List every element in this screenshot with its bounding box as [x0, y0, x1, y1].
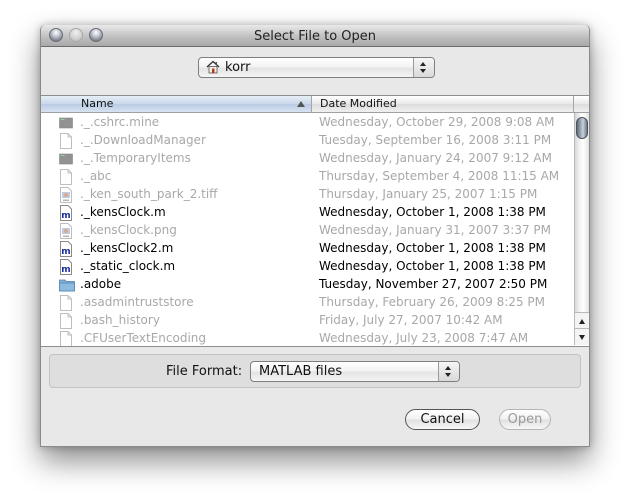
matlab-file-icon: m	[59, 241, 73, 257]
vertical-scrollbar[interactable]	[574, 113, 589, 345]
file-row[interactable]: ._ken_south_park_2.tiff Thursday, January…	[41, 186, 573, 204]
column-header-name[interactable]: Name	[41, 96, 312, 112]
file-row[interactable]: ._.DownloadManager Tuesday, September 16,…	[41, 132, 573, 150]
scroll-down-button[interactable]	[575, 328, 589, 345]
document-icon	[59, 313, 73, 329]
file-date-modified: Thursday, February 26, 2009 8:25 PM	[319, 295, 546, 309]
open-file-dialog: Select File to Open korr Name Date Modif…	[40, 25, 590, 447]
file-date-modified: Thursday, January 25, 2007 1:15 PM	[319, 187, 538, 201]
file-name: .bash_history	[80, 313, 160, 327]
document-icon	[59, 295, 73, 311]
file-name: ._kensClock2.m	[80, 241, 174, 255]
arrow-down-icon	[579, 335, 585, 340]
file-name: ._.TemporaryItems	[80, 151, 191, 165]
file-date-modified: Wednesday, January 31, 2007 3:37 PM	[319, 223, 552, 237]
file-name: ._.cshrc.mine	[80, 115, 160, 129]
file-name: .adobe	[80, 277, 122, 291]
document-icon	[59, 331, 73, 346]
sort-ascending-icon	[297, 101, 305, 107]
file-row[interactable]: m ._static_clock.m Wednesday, October 1, 2…	[41, 258, 573, 276]
home-icon	[206, 60, 220, 74]
file-name: ._abc	[80, 169, 112, 183]
file-name: ._static_clock.m	[80, 259, 176, 273]
column-header-date-modified[interactable]: Date Modified	[312, 96, 574, 112]
document-icon	[59, 169, 73, 185]
file-date-modified: Wednesday, October 29, 2008 9:08 AM	[319, 115, 555, 129]
file-name: .asadmintruststore	[80, 295, 194, 309]
dark-folder-icon	[59, 151, 73, 167]
file-date-modified: Friday, July 27, 2007 10:42 AM	[319, 313, 503, 327]
file-name: .CFUserTextEncoding	[80, 331, 207, 345]
title-bar[interactable]: Select File to Open	[41, 25, 589, 47]
file-row[interactable]: ._abc Thursday, September 4, 2008 11:15 A…	[41, 168, 573, 186]
file-format-panel: File Format: MATLAB files	[49, 354, 581, 388]
file-name: ._kensClock.m	[80, 205, 166, 219]
cancel-button[interactable]: Cancel	[405, 409, 480, 430]
file-row[interactable]: ._.TemporaryItems Wednesday, January 24, …	[41, 150, 573, 168]
svg-text:m: m	[61, 247, 70, 257]
file-format-popup[interactable]: MATLAB files	[250, 361, 460, 382]
document-icon	[59, 133, 73, 149]
popup-stepper-icon	[413, 58, 434, 77]
image-file-icon	[59, 187, 73, 203]
file-date-modified: Tuesday, November 27, 2007 2:50 PM	[319, 277, 548, 291]
svg-text:m: m	[61, 211, 70, 221]
file-date-modified: Wednesday, October 1, 2008 1:38 PM	[319, 241, 546, 255]
file-format-label: File Format:	[166, 364, 243, 379]
file-name: ._kensClock.png	[80, 223, 177, 237]
matlab-file-icon: m	[59, 205, 73, 221]
file-date-modified: Tuesday, September 16, 2008 3:11 PM	[319, 133, 552, 147]
column-header: Name Date Modified	[41, 96, 589, 113]
file-name: ._.DownloadManager	[80, 133, 206, 147]
matlab-file-icon: m	[59, 259, 73, 275]
location-popup[interactable]: korr	[198, 57, 435, 78]
file-row[interactable]: .asadmintruststore Thursday, February 26,…	[41, 294, 573, 312]
popup-stepper-icon	[438, 362, 459, 381]
file-date-modified: Thursday, September 4, 2008 11:15 AM	[319, 169, 560, 183]
file-row[interactable]: m ._kensClock.m Wednesday, October 1, 2008…	[41, 204, 573, 222]
file-date-modified: Wednesday, July 23, 2008 7:47 AM	[319, 331, 529, 345]
file-format-value: MATLAB files	[259, 364, 343, 379]
open-button[interactable]: Open	[499, 409, 551, 430]
file-name: ._ken_south_park_2.tiff	[80, 187, 218, 201]
file-row[interactable]: .adobe Tuesday, November 27, 2007 2:50 PM	[41, 276, 573, 294]
file-row[interactable]: ._.cshrc.mine Wednesday, October 29, 2008…	[41, 114, 573, 132]
file-row[interactable]: .bash_history Friday, July 27, 2007 10:42…	[41, 312, 573, 330]
file-date-modified: Wednesday, October 1, 2008 1:38 PM	[319, 259, 546, 273]
folder-icon	[59, 277, 75, 293]
scroll-thumb[interactable]	[576, 117, 588, 139]
location-value: korr	[225, 60, 251, 75]
arrow-up-icon	[579, 319, 585, 324]
file-list: ._.cshrc.mine Wednesday, October 29, 2008…	[41, 114, 573, 346]
file-row[interactable]: ._kensClock.png Wednesday, January 31, 20…	[41, 222, 573, 240]
file-row[interactable]: m ._kensClock2.m Wednesday, October 1, 200…	[41, 240, 573, 258]
svg-text:m: m	[61, 265, 70, 275]
image-file-icon	[59, 223, 73, 239]
window-title: Select File to Open	[253, 29, 377, 44]
file-date-modified: Wednesday, October 1, 2008 1:38 PM	[319, 205, 546, 219]
dark-folder-icon	[59, 115, 73, 131]
scroll-up-button[interactable]	[575, 312, 589, 329]
file-row[interactable]: .CFUserTextEncoding Wednesday, July 23, 2…	[41, 330, 573, 346]
file-date-modified: Wednesday, January 24, 2007 9:12 AM	[319, 151, 552, 165]
file-browser: Name Date Modified ._.cshrc.mine Wednesda…	[41, 95, 589, 347]
